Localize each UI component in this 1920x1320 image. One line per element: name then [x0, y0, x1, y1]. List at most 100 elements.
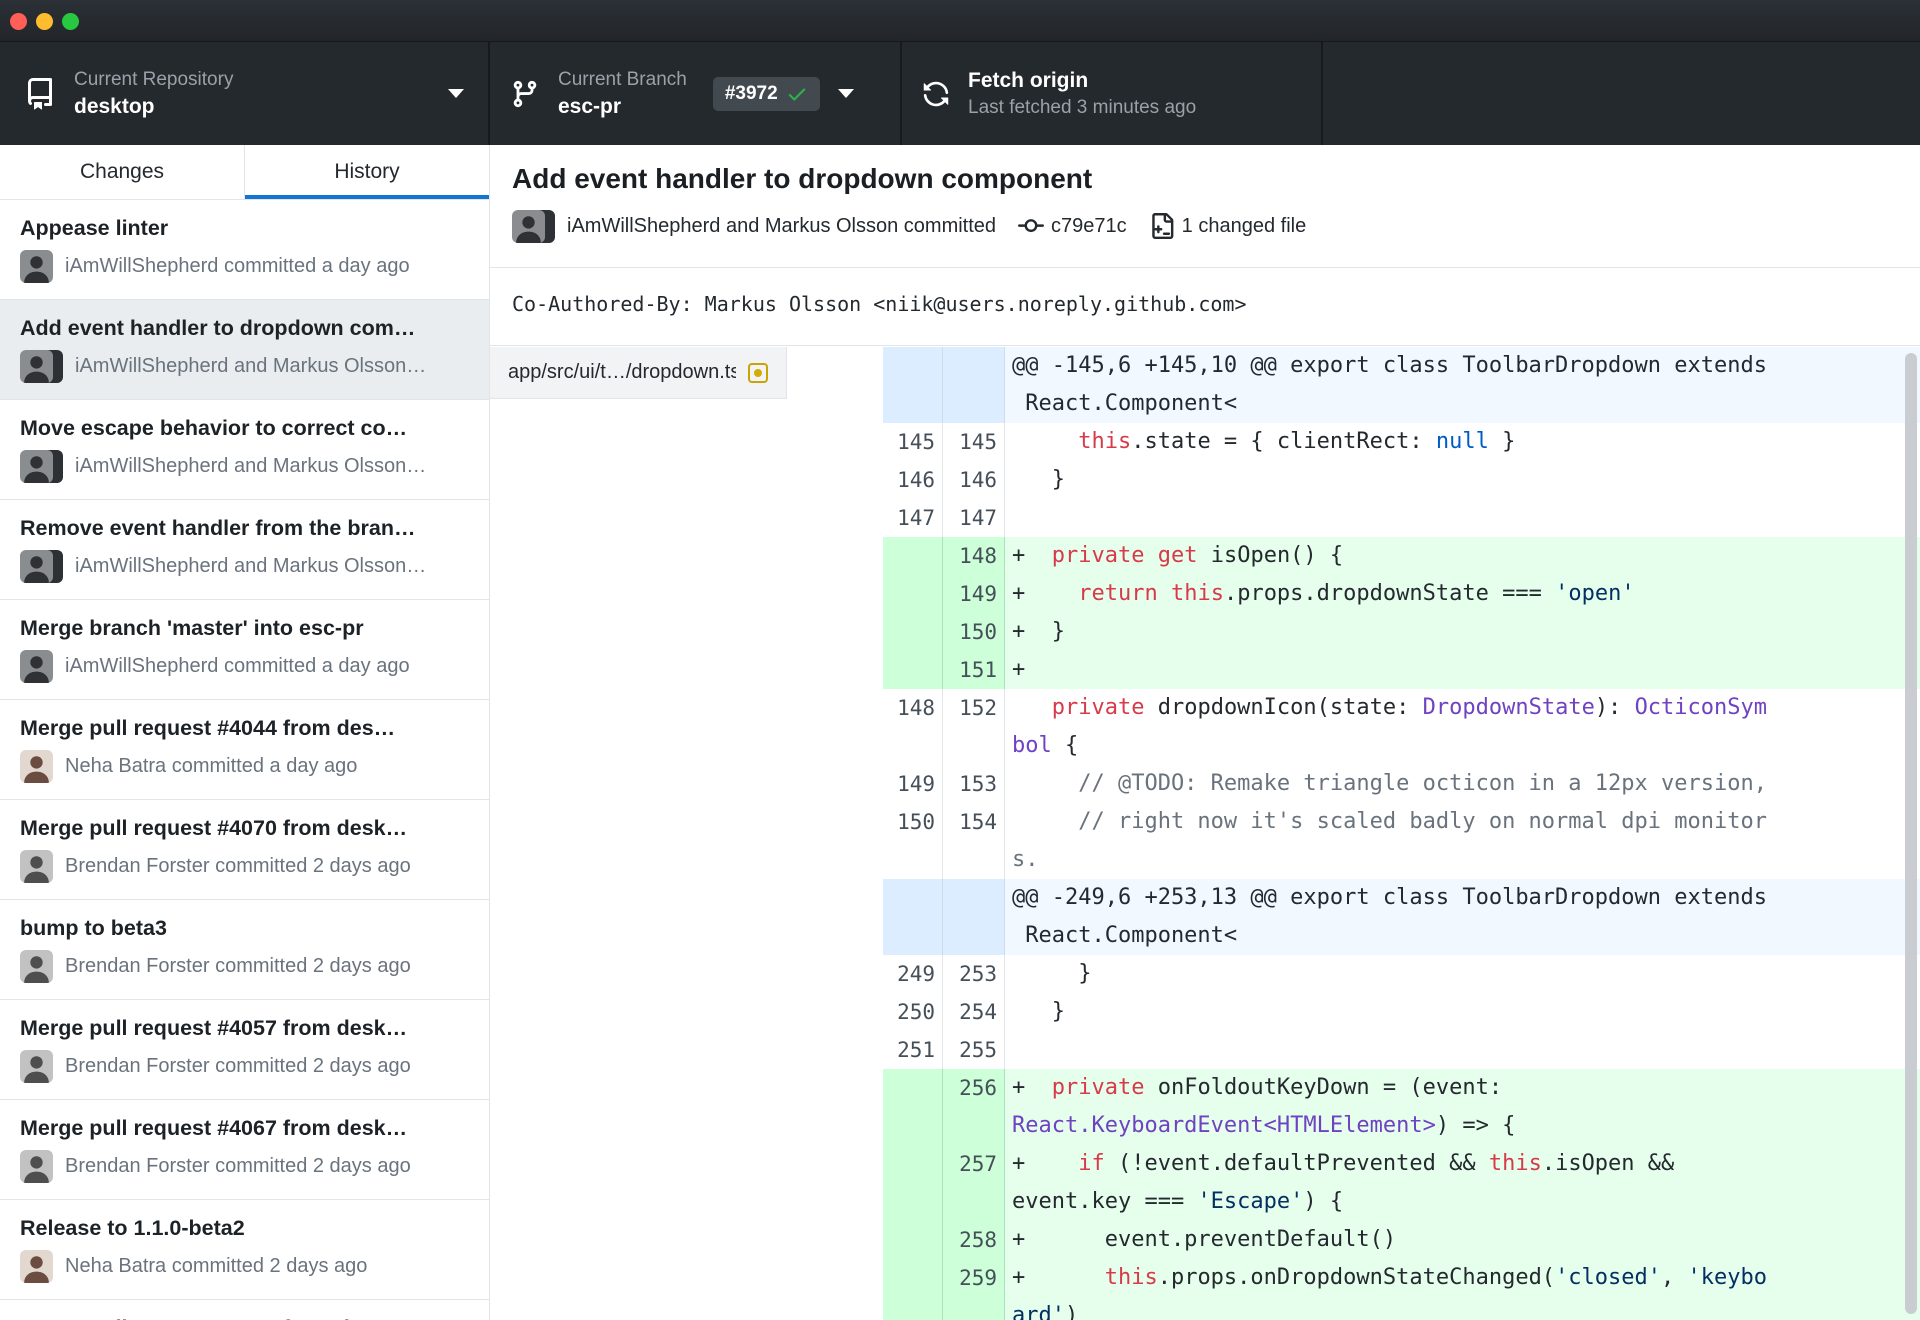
old-line-number: 145 [883, 423, 943, 461]
diff-line-content: + private onFoldoutKeyDown = (event: Reac… [1005, 1069, 1920, 1145]
co-author-line: Co-Authored-By: Markus Olsson <niik@user… [512, 292, 1247, 316]
avatar [20, 950, 53, 983]
author-avatar [20, 750, 53, 783]
sidebar: Changes History Appease linter iAmWillShe… [0, 145, 490, 1320]
repository-label: Current Repository [74, 68, 234, 90]
changed-files-count: 1 changed file [1181, 214, 1307, 237]
old-line-number [883, 1221, 943, 1259]
new-line-number: 253 [943, 955, 1005, 993]
tab-changes[interactable]: Changes [0, 145, 245, 199]
diff-line-content: private dropdownIcon(state: DropdownStat… [1005, 689, 1920, 765]
old-line-number: 148 [883, 689, 943, 765]
commit-list-item[interactable]: bump to beta3 Brendan Forster committed 2… [0, 900, 489, 1000]
repo-icon [24, 77, 56, 110]
commit-list-item[interactable]: Merge pull request #4044 from des… Neha B… [0, 700, 489, 800]
commit-item-title: Merge pull request #4057 from desk… [20, 1016, 408, 1040]
changed-file-row[interactable]: app/src/ui/t…/dropdown.tsx [490, 347, 787, 399]
author-avatar [20, 1250, 53, 1283]
file-diff-icon [1149, 213, 1175, 239]
commit-list-item[interactable]: Merge branch 'master' into esc-pr iAmWill… [0, 600, 489, 700]
avatar [512, 209, 555, 243]
diff-line-content [1005, 1031, 1920, 1069]
avatar [20, 750, 53, 783]
branch-selector[interactable]: Current Branch esc-pr #3972 [490, 42, 902, 145]
chevron-down-icon [837, 89, 854, 98]
new-line-number: 150 [943, 613, 1005, 651]
diff-line-content: } [1005, 993, 1920, 1031]
git-branch-icon [510, 79, 540, 109]
commit-list-item[interactable]: Add event handler to dropdown com… iAmWil… [0, 300, 489, 400]
diff-hunk-header: @@ -145,6 +145,10 @@ export class Toolba… [883, 347, 1920, 423]
diff-line-content: // @TODO: Remake triangle octicon in a 1… [1005, 765, 1920, 803]
old-line-number: 250 [883, 993, 943, 1031]
commit-item-title: Move escape behavior to correct co… [20, 416, 408, 440]
commit-item-title: Merge pull request #4067 from desk… [20, 1116, 408, 1140]
diff-line: 150 + } [883, 613, 1920, 651]
commit-history-list: Appease linter iAmWillShepherd committed … [0, 200, 489, 1320]
changed-files-group: 1 changed file [1149, 213, 1307, 239]
repository-name: desktop [74, 94, 155, 118]
commit-item-title: Release to 1.1.0-beta2 [20, 1216, 245, 1240]
zoom-button[interactable] [62, 13, 79, 30]
new-line-number: 259 [943, 1259, 1005, 1320]
commit-list-item[interactable]: Merge pull request #4072 from des… [0, 1300, 489, 1320]
diff-line: 145 145 this.state = { clientRect: null } [883, 423, 1920, 461]
old-line-number: 251 [883, 1031, 943, 1069]
commit-item-title: bump to beta3 [20, 916, 167, 940]
commit-list-item[interactable]: Release to 1.1.0-beta2 Neha Batra committ… [0, 1200, 489, 1300]
old-line-number [883, 347, 943, 423]
branch-name: esc-pr [558, 94, 622, 118]
old-line-number [883, 537, 943, 575]
commit-item-byline: Neha Batra committed 2 days ago [20, 1250, 469, 1283]
diff-line-content: @@ -249,6 +253,13 @@ export class Toolba… [1005, 879, 1920, 955]
fetch-title: Fetch origin [968, 68, 1089, 92]
new-line-number: 151 [943, 651, 1005, 689]
minimize-button[interactable] [36, 13, 53, 30]
new-line-number: 148 [943, 537, 1005, 575]
tab-history[interactable]: History [245, 145, 489, 199]
old-line-number: 147 [883, 499, 943, 537]
commit-item-byline: iAmWillShepherd committed a day ago [20, 650, 469, 683]
commit-list-item[interactable]: Merge pull request #4070 from desk… Brend… [0, 800, 489, 900]
author-avatar [20, 650, 53, 683]
toolbar: Current Repository desktop Current Branc… [0, 42, 1920, 145]
commit-item-byline: Brendan Forster committed 2 days ago [20, 1050, 469, 1083]
close-button[interactable] [10, 13, 27, 30]
commit-item-byline-text: Brendan Forster committed 2 days ago [65, 1155, 411, 1177]
commit-item-title: Merge pull request #4072 from des… [20, 1315, 469, 1320]
repository-selector[interactable]: Current Repository desktop [0, 42, 490, 145]
titlebar [0, 0, 1920, 42]
new-line-number: 258 [943, 1221, 1005, 1259]
author-avatar [20, 950, 53, 983]
diff-view: app/src/ui/t…/dropdown.tsx @@ -145,6 +14… [490, 347, 1920, 1320]
new-line-number: 147 [943, 499, 1005, 537]
diff-scrollbar[interactable] [1905, 353, 1917, 1314]
old-line-number [883, 651, 943, 689]
commit-item-title: Appease linter [20, 216, 169, 240]
fetch-origin-button[interactable]: Fetch origin Last fetched 3 minutes ago [902, 42, 1323, 145]
main-panel: Add event handler to dropdown component … [490, 145, 1920, 1320]
diff-line: 251 255 [883, 1031, 1920, 1069]
diff-line: 257 + if (!event.defaultPrevented && this… [883, 1145, 1920, 1221]
diff-line-content: + event.preventDefault() [1005, 1221, 1920, 1259]
commit-item-title: Add event handler to dropdown com… [20, 316, 416, 340]
diff-line: 150 154 // right now it's scaled badly on… [883, 803, 1920, 879]
author-avatar [20, 1150, 53, 1183]
commit-item-byline-text: iAmWillShepherd and Markus Olsson… [75, 455, 427, 477]
commit-list-item[interactable]: Remove event handler from the bran… iAmWi… [0, 500, 489, 600]
new-line-number: 254 [943, 993, 1005, 1031]
diff-line: 258 + event.preventDefault() [883, 1221, 1920, 1259]
commit-item-byline: Neha Batra committed a day ago [20, 750, 469, 783]
old-line-number: 149 [883, 765, 943, 803]
modified-status-icon [748, 362, 768, 383]
commit-list-item[interactable]: Merge pull request #4067 from desk… Brend… [0, 1100, 489, 1200]
avatar [20, 450, 63, 483]
commit-item-byline-text: Neha Batra committed a day ago [65, 755, 358, 777]
commit-list-item[interactable]: Move escape behavior to correct co… iAmWi… [0, 400, 489, 500]
fetch-subtitle: Last fetched 3 minutes ago [968, 96, 1197, 118]
commit-list-item[interactable]: Merge pull request #4057 from desk… Brend… [0, 1000, 489, 1100]
new-line-number: 256 [943, 1069, 1005, 1145]
diff-line: 146 146 } [883, 461, 1920, 499]
commit-sha: c79e71c [1051, 214, 1127, 237]
commit-list-item[interactable]: Appease linter iAmWillShepherd committed … [0, 200, 489, 300]
